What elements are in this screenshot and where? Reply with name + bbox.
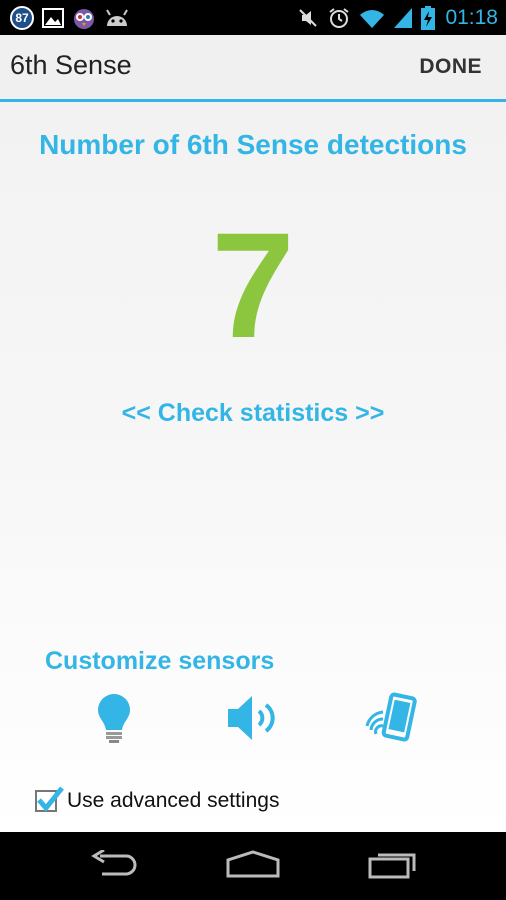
advanced-settings-row[interactable]: Use advanced settings xyxy=(35,786,279,816)
recents-button[interactable] xyxy=(364,850,424,882)
home-button[interactable] xyxy=(223,849,283,883)
motion-sensor-button[interactable] xyxy=(360,690,420,750)
back-button[interactable] xyxy=(83,848,143,883)
notification-count-badge: 87 xyxy=(10,5,34,30)
android-icon xyxy=(104,8,130,28)
status-bar-notifications: 87 xyxy=(10,5,130,30)
speaker-icon xyxy=(224,692,280,749)
signal-icon xyxy=(393,7,413,29)
home-icon xyxy=(225,849,281,883)
checkmark-icon xyxy=(37,786,64,812)
status-clock: 01:18 xyxy=(445,5,498,29)
picture-icon xyxy=(42,7,64,28)
check-statistics-link[interactable]: << Check statistics >> xyxy=(0,399,506,428)
status-bar: 87 01:18 xyxy=(0,0,506,35)
alarm-icon xyxy=(327,6,351,30)
wifi-icon xyxy=(359,7,385,29)
main-content: Number of 6th Sense detections 7 << Chec… xyxy=(0,102,506,832)
advanced-settings-label: Use advanced settings xyxy=(67,789,280,812)
phone-vibrate-icon xyxy=(361,692,419,749)
advanced-settings-checkbox[interactable] xyxy=(35,786,64,812)
app-title: 6th Sense xyxy=(10,50,132,80)
light-bulb-icon xyxy=(94,692,134,749)
light-sensor-button[interactable] xyxy=(84,690,144,750)
back-icon xyxy=(88,848,138,883)
customize-sensors-heading: Customize sensors xyxy=(45,647,275,675)
done-button[interactable]: DONE xyxy=(419,55,482,79)
detections-heading: Number of 6th Sense detections xyxy=(39,129,467,160)
status-bar-system: 01:18 xyxy=(297,5,498,30)
sound-sensor-button[interactable] xyxy=(222,690,282,750)
battery-charging-icon xyxy=(421,5,436,30)
mute-icon xyxy=(297,7,319,29)
detection-count: 7 xyxy=(211,201,295,369)
owl-app-icon xyxy=(72,6,96,30)
navigation-bar xyxy=(0,832,506,900)
action-bar: 6th Sense DONE xyxy=(0,35,506,102)
recents-icon xyxy=(368,849,420,884)
